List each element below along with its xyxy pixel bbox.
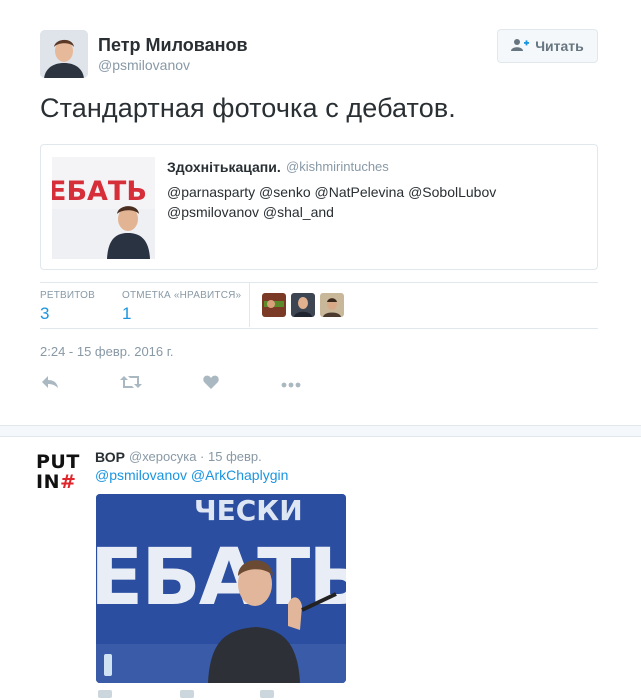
author-handle[interactable]: @psmilovanov — [98, 57, 190, 73]
reply-icon — [41, 375, 59, 394]
quoted-text-line: @psmilovanov @shal_and — [167, 204, 334, 220]
quoted-text-line: @parnasparty @senko @NatPelevina @SobolL… — [167, 184, 497, 200]
photo-top-text: ЧЕСКИ — [194, 494, 303, 527]
reply-photo[interactable]: ЧЕСКИ ЕБАТЬ — [96, 494, 346, 683]
quoted-author-name[interactable]: Здохнітькацапи. — [167, 159, 281, 175]
reply-author-name[interactable]: ВОР — [95, 449, 125, 465]
quoted-tweet-text: @parnasparty @senko @NatPelevina @SobolL… — [167, 182, 567, 222]
avatar-logo-line: PUT — [36, 451, 80, 473]
reply-author-avatar[interactable]: PUT IN# — [36, 452, 86, 502]
liker-avatar[interactable] — [262, 293, 286, 317]
more-button[interactable] — [280, 374, 302, 394]
quoted-author-handle[interactable]: @kishmirintuches — [286, 159, 389, 174]
reply-tweet-retweet-icon[interactable] — [180, 690, 194, 698]
retweets-label: РЕТВИТОВ — [40, 290, 96, 301]
likes-count: 1 — [122, 304, 132, 323]
divider — [40, 328, 598, 329]
stats-separator — [249, 283, 250, 327]
liker-avatar[interactable] — [320, 293, 344, 317]
tweet-text: Стандартная фоточка с дебатов. — [40, 93, 456, 123]
retweet-button[interactable] — [120, 374, 142, 394]
tweet-timestamp[interactable]: 2:24 - 15 февр. 2016 г. — [40, 344, 174, 359]
photo-banner-text: ЕБАТЬ — [96, 533, 346, 623]
liker-avatar[interactable] — [291, 293, 315, 317]
reply-author-meta[interactable]: @херосука · 15 февр. — [129, 449, 262, 464]
reply-button[interactable] — [39, 374, 61, 394]
follow-user-icon — [511, 38, 530, 55]
divider — [40, 282, 598, 283]
retweets-count: 3 — [40, 304, 50, 323]
heart-icon — [203, 375, 219, 394]
replies-separator — [0, 425, 641, 437]
follow-label: Читать — [535, 38, 584, 54]
avatar-logo-hash: # — [59, 471, 77, 493]
author-name[interactable]: Петр Милованов — [98, 35, 248, 56]
reply-tweet-like-icon[interactable] — [260, 690, 274, 698]
more-icon — [281, 375, 301, 393]
reply-tweet-reply-icon[interactable] — [98, 690, 112, 698]
avatar-logo-text: IN — [36, 471, 60, 493]
reply-mentions[interactable]: @psmilovanov @ArkChaplygin — [95, 467, 288, 483]
retweets-stat[interactable]: РЕТВИТОВ 3 — [40, 290, 95, 324]
viewport-bottom — [0, 688, 641, 700]
quoted-tweet-image[interactable]: ЕБАТЬ — [52, 157, 155, 259]
likes-stat[interactable]: ОТМЕТКА «НРАВИТСЯ» 1 — [122, 290, 241, 324]
retweet-icon — [120, 375, 142, 394]
quote-image-text: ЕБАТЬ — [52, 176, 147, 207]
author-avatar[interactable] — [40, 30, 88, 78]
follow-button[interactable]: Читать — [497, 29, 598, 63]
likes-label: ОТМЕТКА «НРАВИТСЯ» — [122, 290, 242, 301]
avatar-logo-line: IN# — [36, 472, 86, 492]
like-button[interactable] — [200, 374, 222, 394]
